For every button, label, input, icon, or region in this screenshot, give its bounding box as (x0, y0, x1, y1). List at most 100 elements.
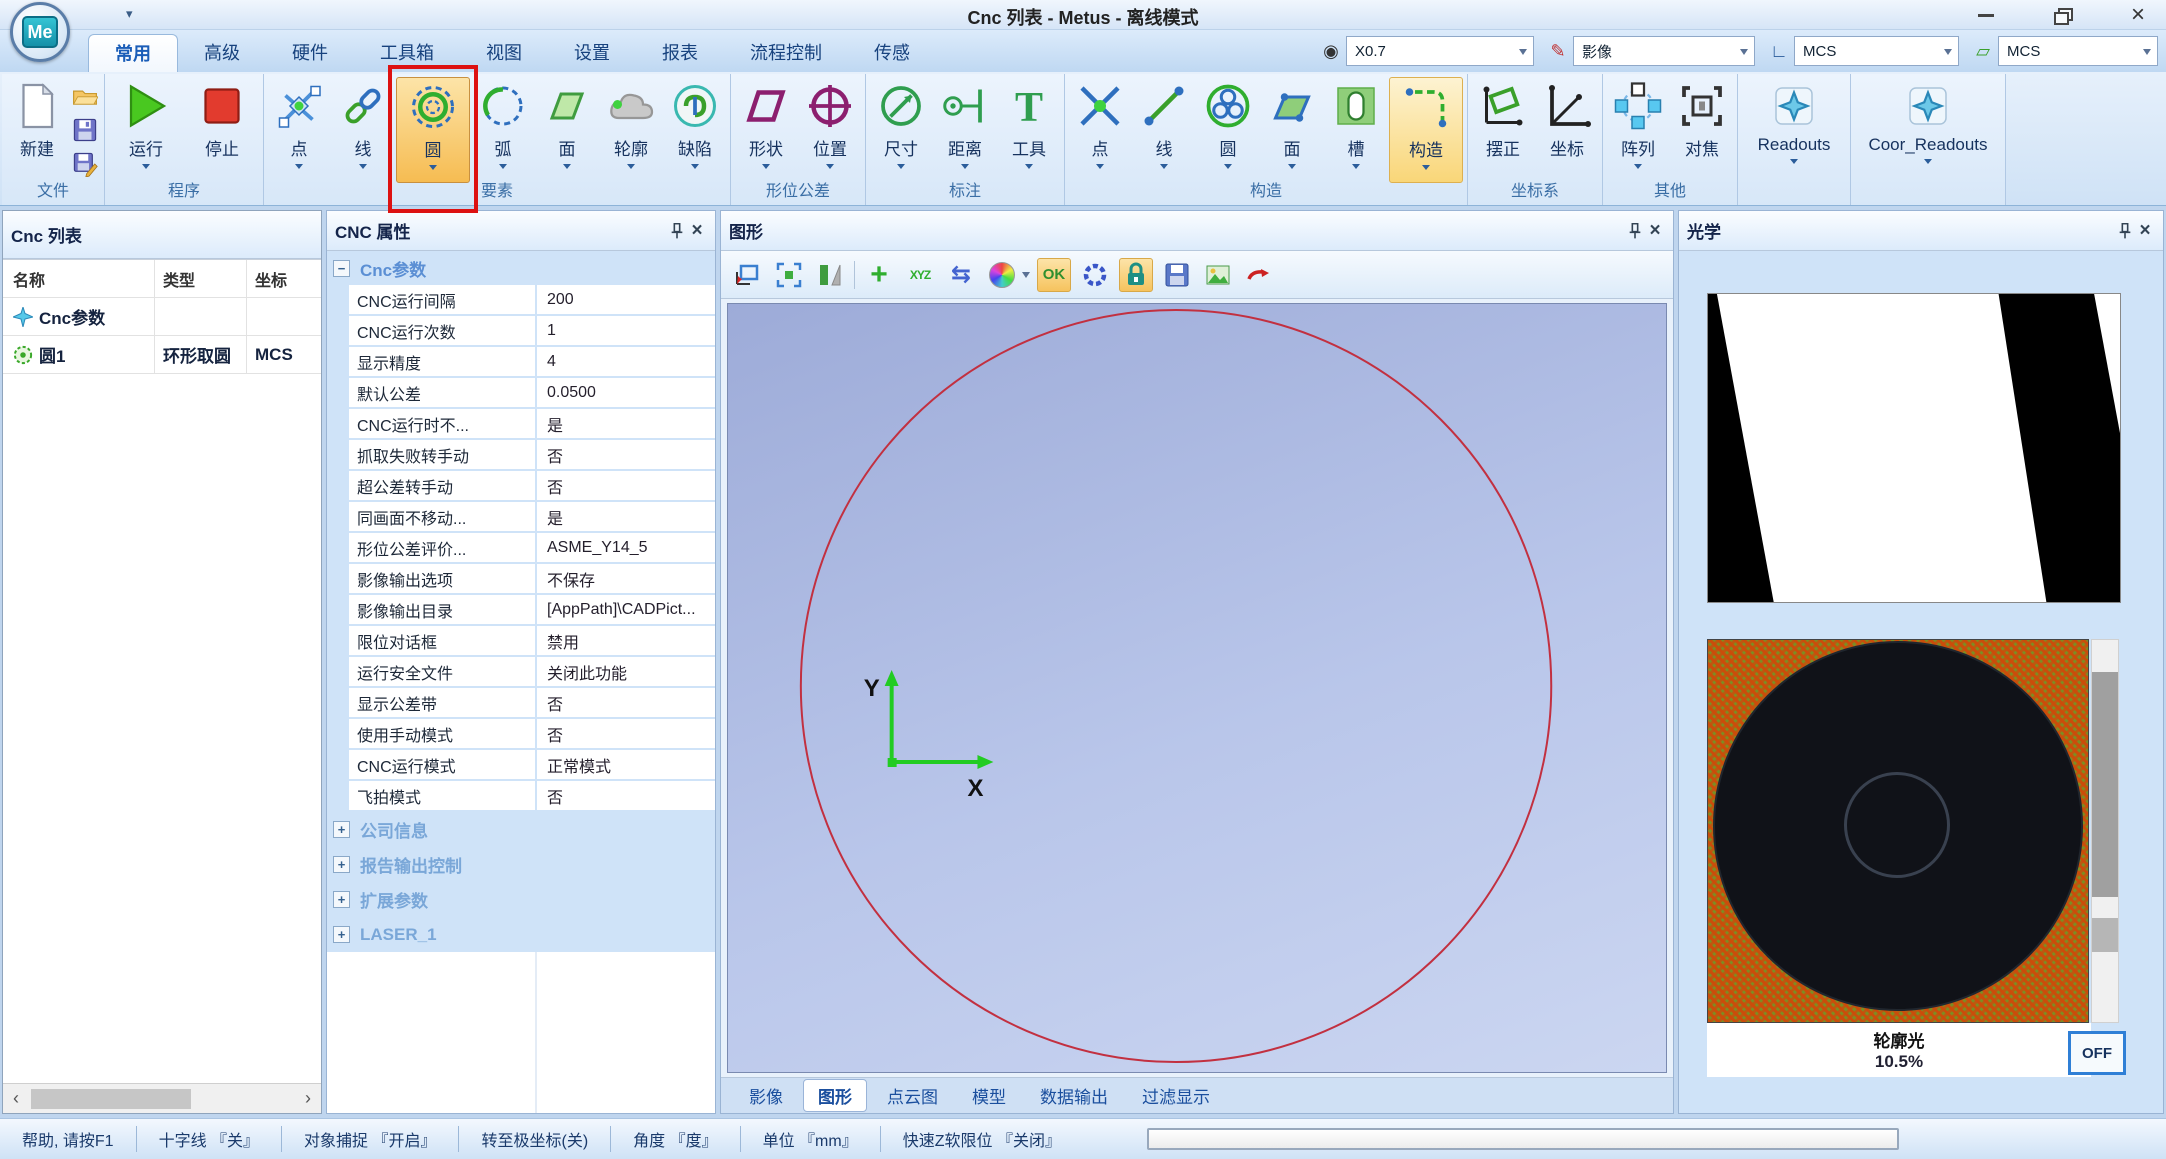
ok-button[interactable]: OK (1037, 258, 1071, 292)
ring-light-view[interactable] (1707, 639, 2089, 1023)
element-line-button[interactable]: 线 (332, 77, 394, 183)
element-point-button[interactable]: 点 (268, 77, 330, 183)
expand-icon[interactable]: + (333, 926, 350, 943)
flip-view-icon[interactable] (813, 258, 847, 292)
zoom-combo[interactable]: ◉ X0.7 (1319, 36, 1534, 66)
tab-home[interactable]: 常用 (88, 34, 178, 72)
scene-image-icon[interactable] (1201, 258, 1235, 292)
gear-ring-icon[interactable] (1078, 258, 1112, 292)
property-row[interactable]: 显示精度4 (349, 347, 715, 378)
col-coord[interactable]: 坐标 (247, 260, 321, 297)
gdt-position-button[interactable]: 位置 (799, 77, 861, 183)
expand-icon[interactable]: + (333, 856, 350, 873)
col-name[interactable]: 名称 (3, 260, 155, 297)
property-row[interactable]: 飞拍模式否 (349, 781, 715, 812)
measured-circle[interactable] (801, 310, 1551, 1062)
section-cnc-params[interactable]: − Cnc参数 (327, 251, 715, 285)
xyz-readout-icon[interactable]: XYZ (903, 258, 937, 292)
lock-icon[interactable] (1119, 258, 1153, 292)
table-row[interactable]: Cnc参数 (3, 298, 321, 336)
open-button[interactable] (70, 81, 100, 111)
property-row[interactable]: 默认公差0.0500 (349, 378, 715, 409)
element-plane-button[interactable]: 面 (536, 77, 598, 183)
align-button[interactable]: 摆正 (1472, 77, 1534, 183)
stop-button[interactable]: 停止 (185, 77, 259, 183)
annot-distance-button[interactable]: 距离 (934, 77, 996, 183)
element-defect-button[interactable]: 缺陷 (664, 77, 726, 183)
save-as-button[interactable] (70, 149, 100, 179)
region-zoom-icon[interactable] (731, 258, 765, 292)
tab-filter-display[interactable]: 过滤显示 (1128, 1080, 1224, 1111)
pin-icon[interactable] (1625, 221, 1645, 241)
tab-model[interactable]: 模型 (958, 1080, 1020, 1111)
minimize-button[interactable] (1972, 3, 2000, 27)
section-extended-params[interactable]: +扩展参数 (327, 882, 715, 917)
col-type[interactable]: 类型 (155, 260, 247, 297)
close-icon[interactable]: × (1645, 221, 1665, 241)
construct-point-button[interactable]: 点 (1069, 77, 1131, 183)
coord-button[interactable]: 坐标 (1536, 77, 1598, 183)
construct-plane-button[interactable]: 面 (1261, 77, 1323, 183)
tab-toolbox[interactable]: 工具箱 (354, 34, 460, 72)
status-object-snap[interactable]: 对象捕捉 『开启』 (282, 1127, 458, 1151)
property-row[interactable]: 影像输出选项不保存 (349, 564, 715, 595)
tab-settings[interactable]: 设置 (548, 34, 636, 72)
redo-icon[interactable] (1242, 258, 1276, 292)
expand-icon[interactable]: + (333, 891, 350, 908)
focus-button[interactable]: 对焦 (1671, 77, 1733, 183)
property-row[interactable]: 影像输出目录[AppPath]\CADPict... (349, 595, 715, 626)
camera-threshold-view[interactable] (1707, 293, 2121, 603)
tab-flow-control[interactable]: 流程控制 (724, 34, 848, 72)
tab-view[interactable]: 视图 (460, 34, 548, 72)
status-unit[interactable]: 单位 『mm』 (741, 1127, 880, 1151)
annot-tool-button[interactable]: T 工具 (998, 77, 1060, 183)
property-row[interactable]: 同画面不移动...是 (349, 502, 715, 533)
property-row[interactable]: 使用手动模式否 (349, 719, 715, 750)
tab-image[interactable]: 影像 (735, 1080, 797, 1111)
property-row[interactable]: 运行安全文件关闭此功能 (349, 657, 715, 688)
element-circle-button[interactable]: 圆 (396, 77, 470, 183)
color-wheel-icon[interactable] (985, 258, 1019, 292)
coor-readouts-button[interactable]: Coor_Readouts (1855, 77, 2001, 183)
property-row[interactable]: 限位对话框禁用 (349, 626, 715, 657)
tab-hardware[interactable]: 硬件 (266, 34, 354, 72)
scroll-left-icon[interactable]: ‹ (3, 1088, 29, 1109)
annot-size-button[interactable]: 尺寸 (870, 77, 932, 183)
section-laser-1[interactable]: +LASER_1 (327, 917, 715, 952)
section-report-output[interactable]: +报告输出控制 (327, 847, 715, 882)
light-off-button[interactable]: OFF (2068, 1031, 2126, 1075)
construct-line-button[interactable]: 线 (1133, 77, 1195, 183)
property-row[interactable]: 抓取失败转手动否 (349, 440, 715, 471)
pin-icon[interactable] (2115, 221, 2135, 241)
element-contour-button[interactable]: 轮廓 (600, 77, 662, 183)
expand-icon[interactable]: + (333, 821, 350, 838)
element-arc-button[interactable]: 弧 (472, 77, 534, 183)
status-polar-coord[interactable]: 转至极坐标(关) (459, 1127, 610, 1151)
restore-button[interactable] (2048, 3, 2076, 27)
tab-advanced[interactable]: 高级 (178, 34, 266, 72)
property-row[interactable]: 超公差转手动否 (349, 471, 715, 502)
property-row[interactable]: CNC运行次数1 (349, 316, 715, 347)
tab-sensor[interactable]: 传感 (848, 34, 936, 72)
add-point-icon[interactable]: + (862, 258, 896, 292)
scrollbar-thumb[interactable] (31, 1089, 191, 1109)
status-z-limit[interactable]: 快速Z软限位 『关闭』 (881, 1127, 1083, 1151)
close-button[interactable]: × (2124, 3, 2152, 27)
pin-icon[interactable] (667, 221, 687, 241)
collapse-icon[interactable]: − (333, 260, 350, 277)
coordsys-combo-1[interactable]: ∟ MCS (1767, 36, 1959, 66)
property-row[interactable]: 显示公差带否 (349, 688, 715, 719)
construct-construct-button[interactable]: 构造 (1389, 77, 1463, 183)
save-button[interactable] (70, 115, 100, 145)
new-button[interactable]: 新建 (6, 77, 68, 183)
property-row[interactable]: CNC运行间隔200 (349, 285, 715, 316)
section-company-info[interactable]: +公司信息 (327, 812, 715, 847)
graphics-canvas[interactable]: Y X (727, 303, 1667, 1073)
slider-thumb[interactable] (2092, 672, 2118, 897)
table-row[interactable]: 圆1 环形取圆 MCS (3, 336, 321, 374)
coordsys-combo-2[interactable]: ▱ MCS (1971, 36, 2158, 66)
scroll-right-icon[interactable]: › (295, 1088, 321, 1109)
close-icon[interactable]: × (687, 221, 707, 241)
app-logo[interactable]: Me (10, 2, 70, 62)
property-row[interactable]: CNC运行时不...是 (349, 409, 715, 440)
